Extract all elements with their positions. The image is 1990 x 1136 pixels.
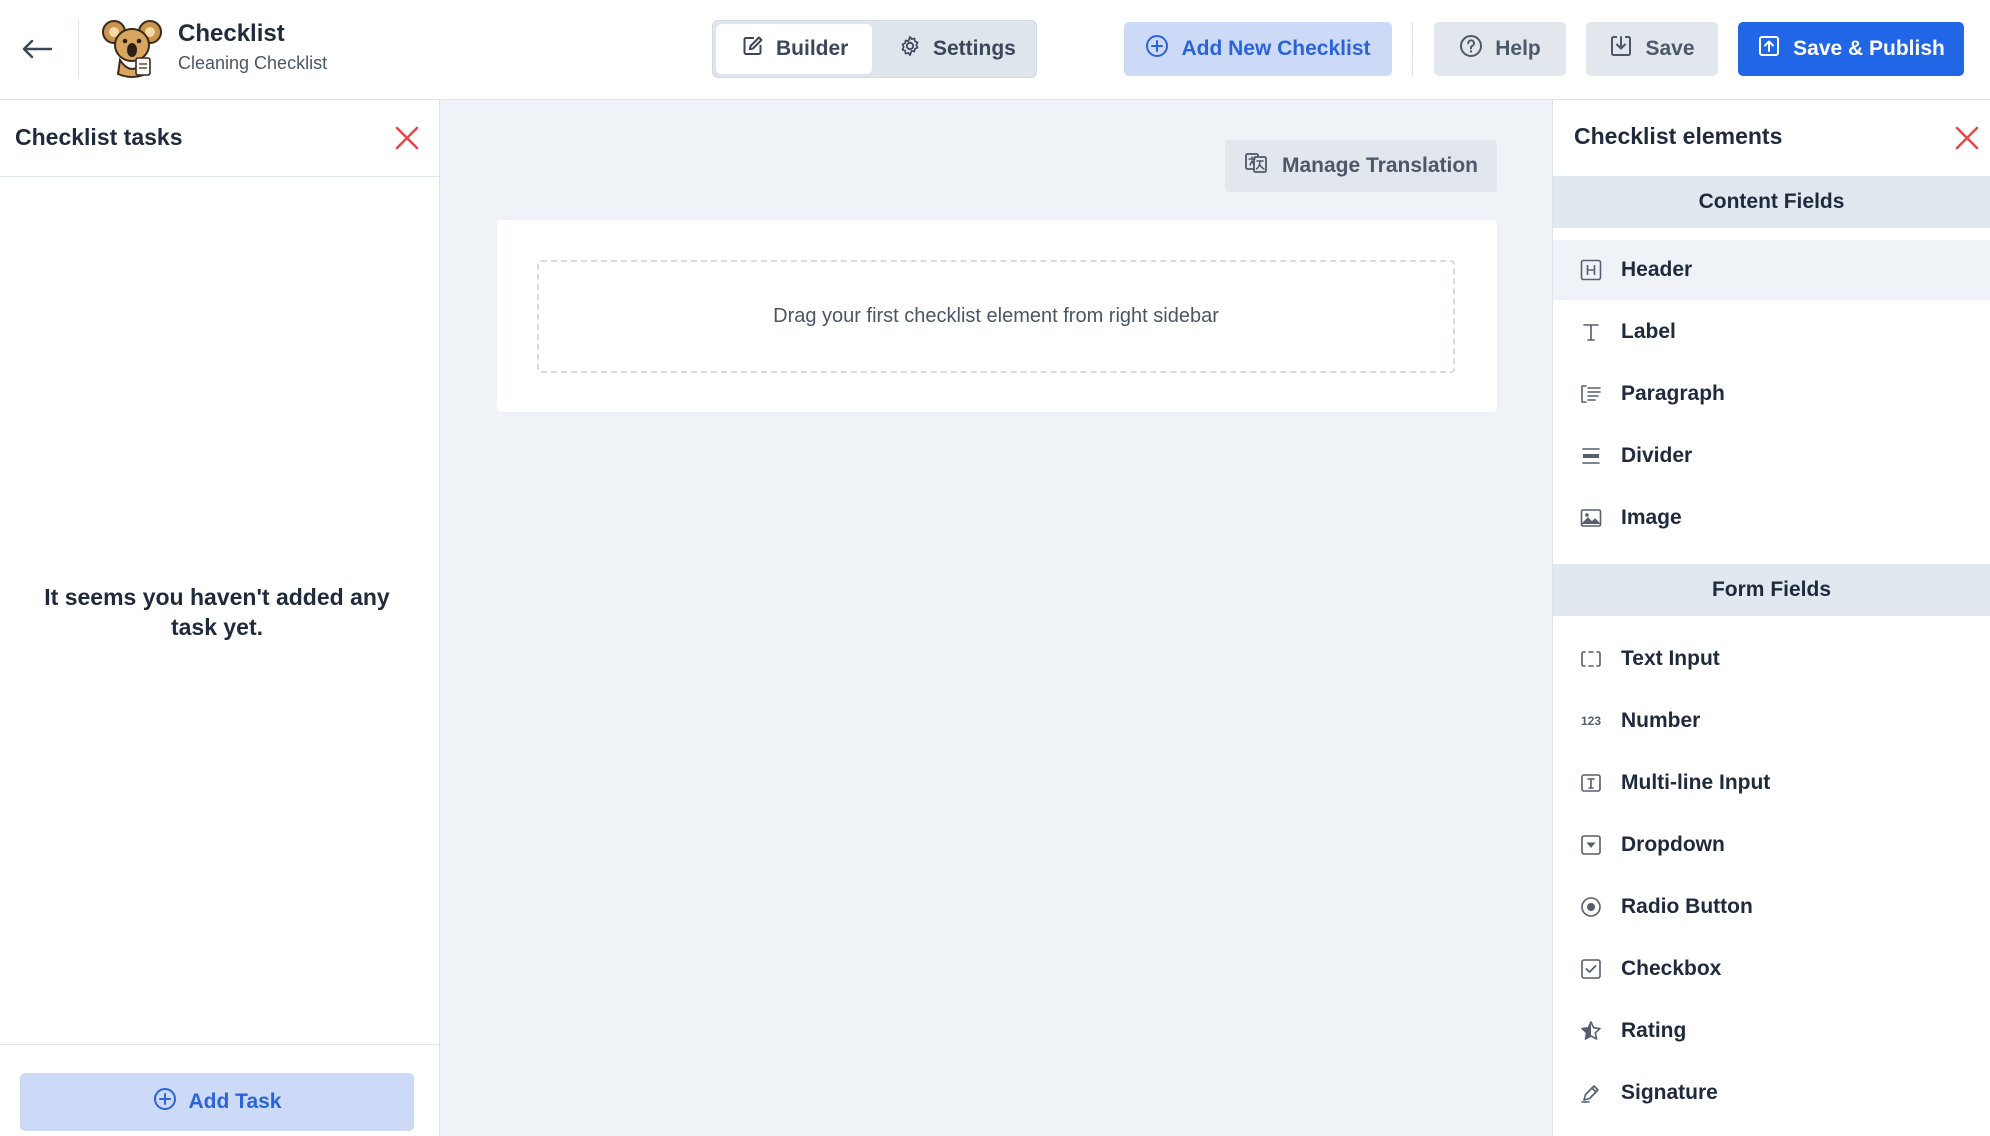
translate-icon xyxy=(1244,151,1268,181)
divider-icon xyxy=(1579,444,1603,468)
checkbox-icon xyxy=(1579,957,1603,981)
element-radio-button[interactable]: Radio Button xyxy=(1553,877,1990,937)
manage-translation-button[interactable]: Manage Translation xyxy=(1225,140,1497,192)
mode-switch: Builder Settings xyxy=(712,20,1037,78)
element-label: Divider xyxy=(1621,444,1693,467)
radio-icon xyxy=(1579,895,1603,919)
panel-header: Checklist tasks xyxy=(0,100,439,177)
section-form-fields: Form Fields xyxy=(1553,564,1990,616)
element-label: Signature xyxy=(1621,1081,1718,1104)
checklist-elements-panel: Checklist elements Content Fields Header… xyxy=(1552,100,1990,1136)
tab-settings-label: Settings xyxy=(933,37,1016,60)
question-circle-icon xyxy=(1459,34,1483,64)
element-label: Image xyxy=(1621,506,1682,529)
drop-zone[interactable]: Drag your first checklist element from r… xyxy=(537,260,1455,373)
close-icon[interactable] xyxy=(391,122,423,154)
multiline-input-icon xyxy=(1579,771,1603,795)
element-header[interactable]: Header xyxy=(1553,240,1990,300)
tab-settings[interactable]: Settings xyxy=(877,24,1033,74)
divider xyxy=(1412,22,1413,76)
panel-title: Checklist elements xyxy=(1574,123,1783,149)
element-dropdown[interactable]: Dropdown xyxy=(1553,815,1990,875)
back-arrow-icon[interactable] xyxy=(16,28,58,70)
save-and-publish-label: Save & Publish xyxy=(1793,37,1945,60)
element-multiline-input[interactable]: Multi-line Input xyxy=(1553,753,1990,813)
element-image[interactable]: Image xyxy=(1553,488,1990,548)
save-download-icon xyxy=(1609,34,1633,64)
upload-icon xyxy=(1757,34,1781,64)
pen-icon xyxy=(1579,1081,1603,1105)
text-icon xyxy=(1579,320,1603,344)
gear-icon xyxy=(899,35,921,63)
element-label: Dropdown xyxy=(1621,833,1725,856)
save-and-publish-button[interactable]: Save & Publish xyxy=(1738,22,1964,76)
element-label: Paragraph xyxy=(1621,382,1725,405)
tab-builder-label: Builder xyxy=(776,37,849,60)
dropdown-icon xyxy=(1579,833,1603,857)
checklist-canvas: Drag your first checklist element from r… xyxy=(497,220,1497,412)
help-label: Help xyxy=(1495,37,1541,60)
save-button[interactable]: Save xyxy=(1586,22,1718,76)
plus-circle-icon xyxy=(1145,34,1169,64)
panel-title: Checklist tasks xyxy=(15,124,183,150)
text-input-icon xyxy=(1579,647,1603,671)
element-label-field[interactable]: Label xyxy=(1553,302,1990,362)
koala-logo-icon xyxy=(102,18,162,80)
element-checkbox[interactable]: Checkbox xyxy=(1553,939,1990,999)
checklist-name: Cleaning Checklist xyxy=(178,53,328,73)
add-task-button[interactable]: Add Task xyxy=(20,1073,414,1131)
close-icon[interactable] xyxy=(1951,122,1983,154)
edit-icon xyxy=(742,35,764,63)
app-title: Checklist xyxy=(178,20,285,47)
paragraph-icon xyxy=(1579,382,1603,406)
element-paragraph[interactable]: Paragraph xyxy=(1553,364,1990,424)
element-label: Number xyxy=(1621,709,1701,732)
element-label: Header xyxy=(1621,258,1693,281)
element-label: Label xyxy=(1621,320,1676,343)
add-task-label: Add Task xyxy=(188,1090,282,1113)
element-label: Rating xyxy=(1621,1019,1687,1042)
add-new-checklist-button[interactable]: Add New Checklist xyxy=(1124,22,1392,76)
element-label: Checkbox xyxy=(1621,957,1722,980)
add-new-checklist-label: Add New Checklist xyxy=(1181,37,1371,60)
header-icon xyxy=(1579,258,1603,282)
element-rating[interactable]: Rating xyxy=(1553,1001,1990,1061)
panel-footer: Add Task xyxy=(0,1044,439,1136)
element-signature[interactable]: Signature xyxy=(1553,1063,1990,1123)
star-icon xyxy=(1579,1019,1603,1043)
element-label: Radio Button xyxy=(1621,895,1753,918)
tab-builder[interactable]: Builder xyxy=(716,24,872,74)
section-content-fields: Content Fields xyxy=(1553,176,1990,228)
plus-circle-icon xyxy=(153,1087,177,1117)
element-text-input[interactable]: Text Input xyxy=(1553,629,1990,689)
element-label: Text Input xyxy=(1621,647,1720,670)
save-label: Save xyxy=(1645,37,1695,60)
manage-translation-label: Manage Translation xyxy=(1281,154,1479,177)
help-button[interactable]: Help xyxy=(1434,22,1566,76)
element-label: Multi-line Input xyxy=(1621,771,1771,794)
image-icon xyxy=(1579,506,1603,530)
empty-state-message: It seems you haven't added any task yet. xyxy=(44,584,390,640)
element-number[interactable]: 123 Number xyxy=(1553,691,1990,751)
number-icon: 123 xyxy=(1580,714,1602,728)
divider xyxy=(78,20,79,78)
top-bar: Checklist Cleaning Checklist Builder Set… xyxy=(0,0,1990,100)
checklist-tasks-panel: Checklist tasks It seems you haven't add… xyxy=(0,100,440,1136)
element-divider[interactable]: Divider xyxy=(1553,426,1990,486)
